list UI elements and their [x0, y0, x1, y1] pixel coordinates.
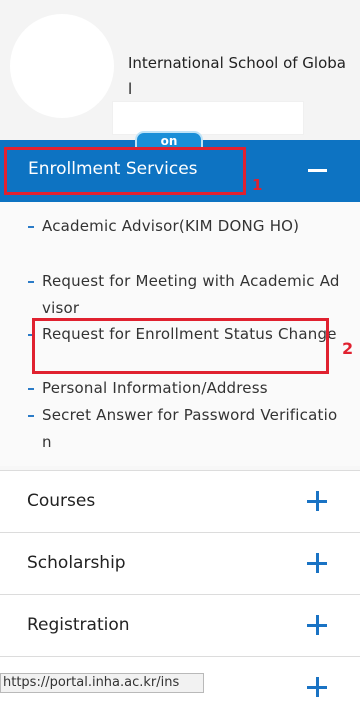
submenu-item-secret-answer[interactable]: Secret Answer for Password Verification — [28, 402, 347, 456]
submenu-item-label: Personal Information/Address — [42, 379, 268, 397]
status-bar-url: https://portal.inha.ac.kr/ins — [0, 673, 204, 693]
highlight-label-2: 2 — [342, 339, 354, 358]
plus-icon[interactable] — [307, 615, 327, 635]
plus-icon[interactable] — [307, 553, 327, 573]
submenu-item-label: Request for Meeting with Academic Adviso… — [42, 272, 340, 317]
status-badge: on — [135, 131, 203, 147]
submenu-item-label: Secret Answer for Password Verification — [42, 406, 338, 451]
minus-icon[interactable] — [307, 160, 327, 180]
submenu-item-personal-information[interactable]: Personal Information/Address — [28, 375, 347, 402]
dash-icon — [28, 281, 34, 283]
submenu-item-academic-advisor[interactable]: Academic Advisor(KIM DONG HO) — [28, 213, 347, 240]
submenu-item-label: Academic Advisor(KIM DONG HO) — [42, 217, 300, 235]
highlight-box-enrollment-status-change — [32, 318, 329, 374]
plus-icon[interactable] — [307, 491, 327, 511]
plus-icon[interactable] — [307, 677, 327, 697]
accordion-registration[interactable]: Registration — [0, 594, 360, 656]
dash-icon — [28, 226, 34, 228]
dash-icon — [28, 415, 34, 417]
highlight-label-1: 1 — [252, 176, 263, 194]
profile-panel: International School of Global — [0, 0, 360, 140]
submenu-item-meeting-request[interactable]: Request for Meeting with Academic Adviso… — [28, 268, 347, 322]
accordion-courses[interactable]: Courses — [0, 470, 360, 532]
accordion-label: Scholarship — [27, 553, 126, 573]
avatar[interactable] — [10, 14, 114, 118]
name-field — [112, 101, 304, 135]
accordion-label: Registration — [27, 615, 130, 635]
highlight-box-enrollment-services — [4, 147, 246, 195]
dash-icon — [28, 388, 34, 390]
accordion-scholarship[interactable]: Scholarship — [0, 532, 360, 594]
accordion-label: Courses — [27, 491, 96, 511]
school-name: International School of Global — [128, 54, 346, 98]
